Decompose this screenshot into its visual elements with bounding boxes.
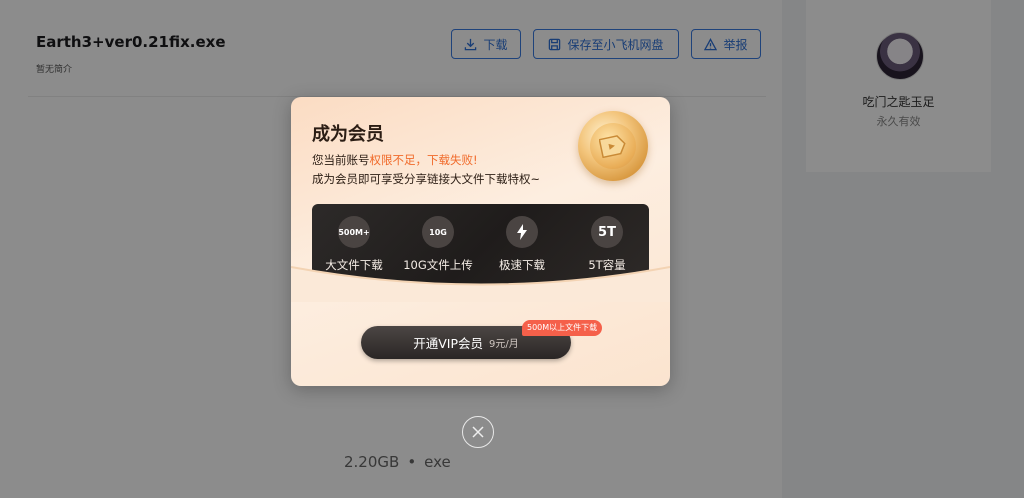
lightning-icon — [506, 216, 538, 248]
close-icon — [472, 426, 484, 438]
perk-500m-icon: 500M+ — [338, 216, 370, 248]
close-modal-button[interactable] — [462, 416, 494, 448]
coin-icon — [578, 111, 648, 181]
vip-button-price: 9元/月 — [489, 339, 519, 350]
vip-modal: 成为会员 您当前账号权限不足，下载失败! 成为会员即可享受分享链接大文件下载特权… — [291, 97, 670, 386]
perk-10g-icon: 10G — [422, 216, 454, 248]
modal-warning-text: 权限不足，下载失败! — [369, 153, 478, 167]
modal-message: 您当前账号权限不足，下载失败! — [312, 152, 478, 168]
vip-button-label: 开通VIP会员 — [413, 336, 484, 351]
modal-message-prefix: 您当前账号 — [312, 153, 370, 167]
perk-5t-icon: 5T — [591, 216, 623, 248]
wave-divider — [291, 266, 670, 302]
vip-badge: 500M以上文件下载 — [522, 320, 603, 336]
modal-title: 成为会员 — [312, 124, 384, 145]
modal-subtitle: 成为会员即可享受分享链接大文件下载特权~ — [312, 172, 541, 186]
